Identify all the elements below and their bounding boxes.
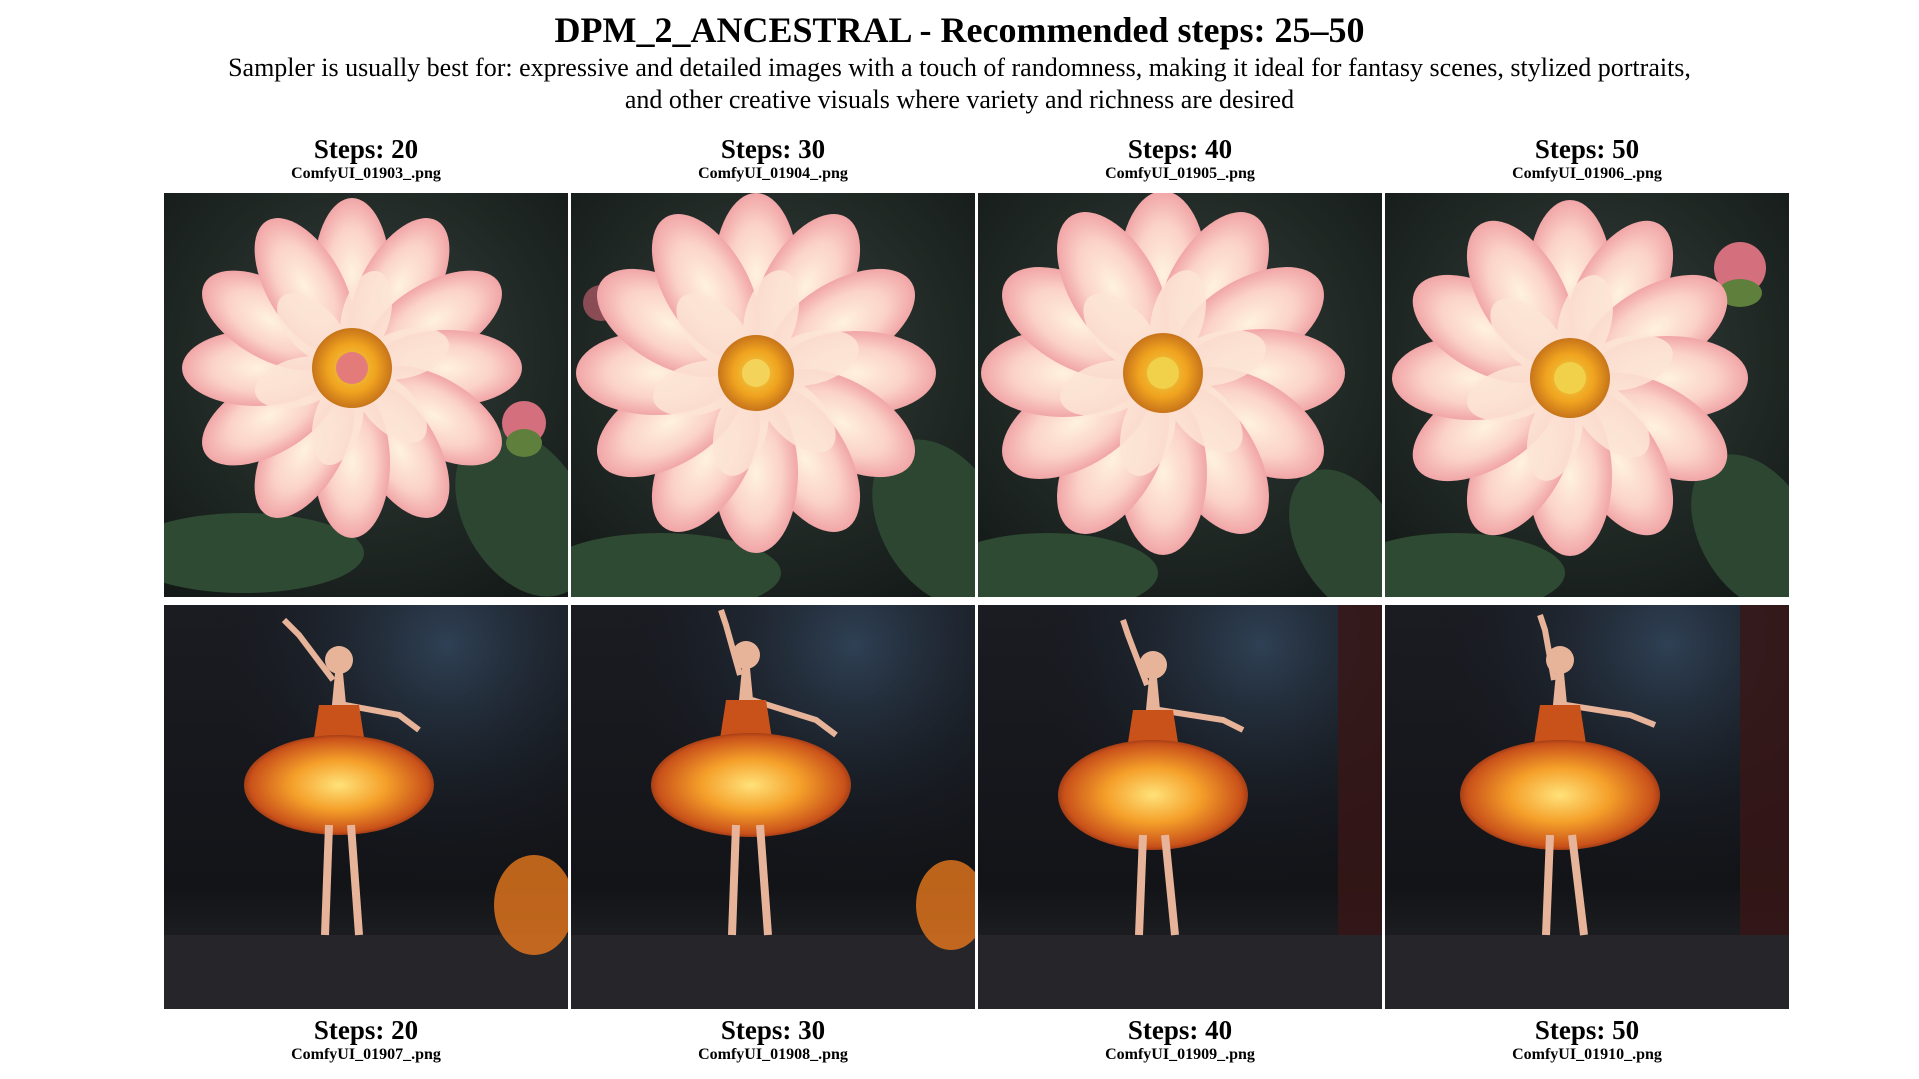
flower-image-4 [1385,193,1789,597]
steps-label: Steps: 30 [720,134,826,164]
bottom-label-1: Steps: 20 ComfyUI_01907_.png [166,1015,566,1065]
top-label-2: Steps: 30 ComfyUI_01904_.png [573,134,973,184]
bottom-label-2: Steps: 30 ComfyUI_01908_.png [573,1015,973,1065]
steps-label: Steps: 40 [1127,1015,1233,1045]
top-label-3: Steps: 40 ComfyUI_01905_.png [980,134,1380,184]
header: DPM_2_ANCESTRAL - Recommended steps: 25–… [0,8,1919,116]
file-label: ComfyUI_01906_.png [1512,165,1662,182]
bottom-label-4: Steps: 50 ComfyUI_01910_.png [1387,1015,1787,1065]
ballerina-image-2 [571,605,975,1009]
steps-label: Steps: 20 [313,134,419,164]
subtitle-line-1: Sampler is usually best for: expressive … [228,53,1691,82]
page-subtitle: Sampler is usually best for: expressive … [140,52,1780,116]
flower-image-3 [978,193,1382,597]
steps-label: Steps: 20 [313,1015,419,1045]
file-label: ComfyUI_01908_.png [698,1046,848,1063]
ballerina-image-4 [1385,605,1789,1009]
file-label: ComfyUI_01910_.png [1512,1046,1662,1063]
file-label: ComfyUI_01903_.png [291,165,441,182]
file-label: ComfyUI_01905_.png [1105,165,1255,182]
steps-label: Steps: 50 [1534,134,1640,164]
page-title: DPM_2_ANCESTRAL - Recommended steps: 25–… [554,10,1365,50]
file-label: ComfyUI_01904_.png [698,165,848,182]
flower-image-2 [571,193,975,597]
top-label-4: Steps: 50 ComfyUI_01906_.png [1387,134,1787,184]
ballerina-image-3 [978,605,1382,1009]
steps-label: Steps: 50 [1534,1015,1640,1045]
steps-label: Steps: 30 [720,1015,826,1045]
file-label: ComfyUI_01907_.png [291,1046,441,1063]
steps-label: Steps: 40 [1127,134,1233,164]
flower-image-1 [164,193,568,597]
bottom-label-3: Steps: 40 ComfyUI_01909_.png [980,1015,1380,1065]
file-label: ComfyUI_01909_.png [1105,1046,1255,1063]
top-label-1: Steps: 20 ComfyUI_01903_.png [166,134,566,184]
ballerina-image-1 [164,605,568,1009]
subtitle-line-2: and other creative visuals where variety… [624,85,1295,114]
